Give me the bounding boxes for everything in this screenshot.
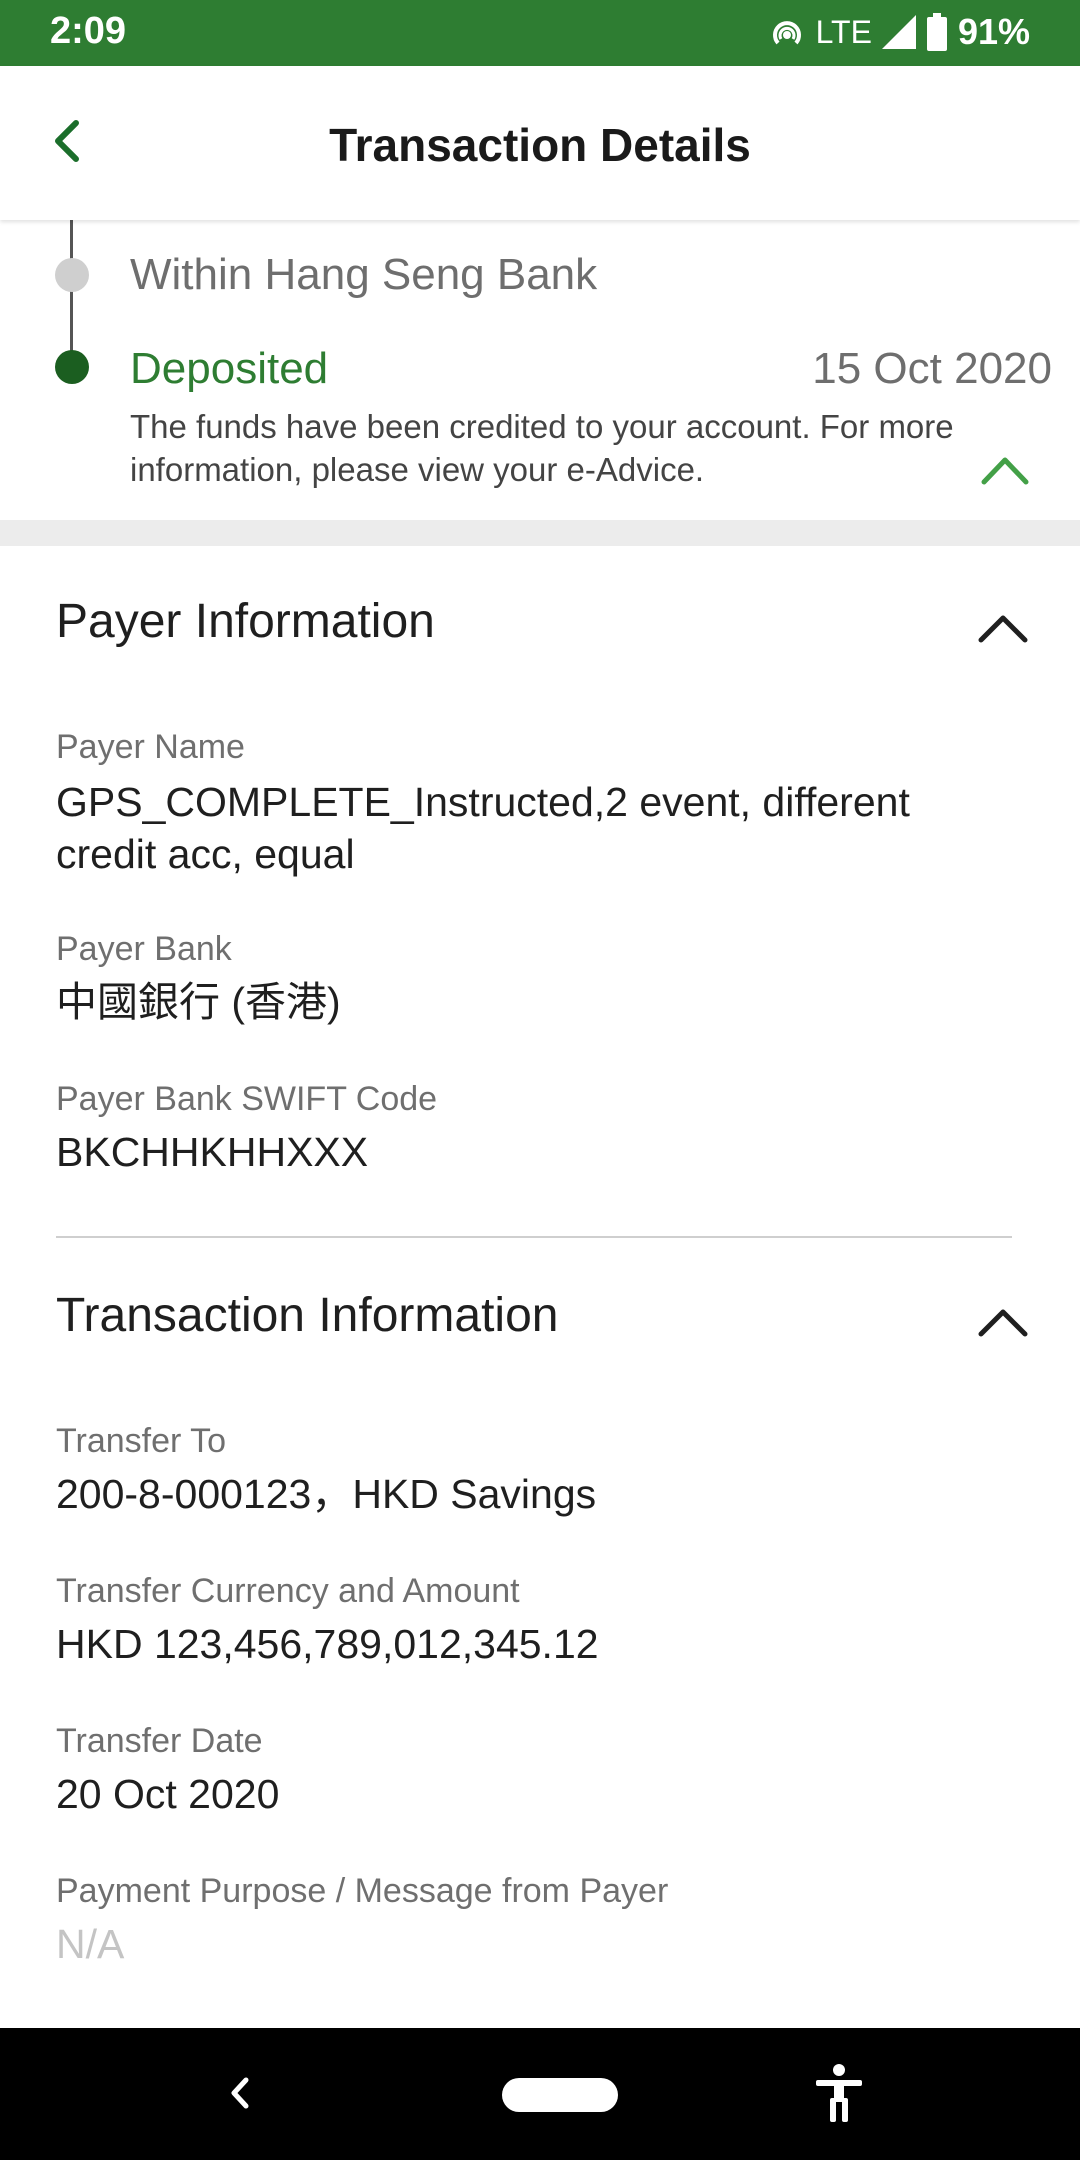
timeline-step-label: Within Hang Seng Bank [130,250,598,299]
back-arrow-icon [231,2077,249,2109]
transaction-section-toggle[interactable] [975,1302,1031,1342]
timeline-step-date: 15 Oct 2020 [812,344,1052,393]
system-home-button[interactable] [502,2078,618,2112]
status-timeline: Within Hang Seng Bank Deposited 15 Oct 2… [0,220,1080,520]
transfer-amount-value: HKD 123,456,789,012,345.12 [56,1621,599,1667]
battery-level: 91% [957,11,1030,52]
transfer-to-label: Transfer To [56,1422,227,1460]
status-icons: LTE 91% [768,10,1030,54]
payer-name-value: GPS_COMPLETE_Instructed,2 event, differe… [56,779,910,877]
timeline-description: The funds have been credited to your acc… [130,408,954,488]
timeline-collapse-button[interactable] [978,452,1032,488]
section-separator [0,520,1080,546]
system-nav-bar [0,2028,1080,2160]
chevron-up-icon [978,615,1028,643]
hotspot-icon [772,21,801,45]
timeline-line [70,220,73,370]
battery-icon [926,13,947,51]
app-bar: Transaction Details [0,66,1080,220]
transfer-date-value: 20 Oct 2020 [56,1771,280,1817]
system-back-button[interactable] [218,2068,262,2118]
chevron-up-icon [978,1309,1028,1337]
network-type: LTE [815,13,872,50]
payment-purpose-value: N/A [56,1921,125,1967]
transfer-date-label: Transfer Date [56,1722,263,1760]
chevron-up-icon [981,457,1029,485]
payment-purpose-label: Payment Purpose / Message from Payer [56,1872,669,1910]
transfer-to-value: 200-8-000123，HKD Savings [56,1471,597,1517]
status-bar: 2:09 LTE 91% [0,0,1080,66]
timeline-dot-current [55,350,89,384]
accessibility-button[interactable] [812,2062,866,2124]
signal-icon [881,15,916,49]
swift-code-label: Payer Bank SWIFT Code [56,1080,438,1118]
divider [56,1236,1012,1238]
page-title: Transaction Details [329,119,751,171]
timeline-step-label-current: Deposited [130,344,329,393]
transfer-amount-label: Transfer Currency and Amount [56,1572,520,1610]
payer-bank-value: 中國銀行 (香港) [56,979,341,1025]
payer-section-title: Payer Information [56,595,435,648]
accessibility-icon [816,2064,862,2122]
transaction-section-title: Transaction Information [56,1289,559,1342]
payer-bank-label: Payer Bank [56,930,232,968]
swift-code-value: BKCHHKHHXXX [56,1129,369,1175]
payer-name-label: Payer Name [56,728,245,766]
timeline-dot-pending [55,258,89,292]
payer-section-toggle[interactable] [975,608,1031,648]
status-time: 2:09 [50,10,127,52]
